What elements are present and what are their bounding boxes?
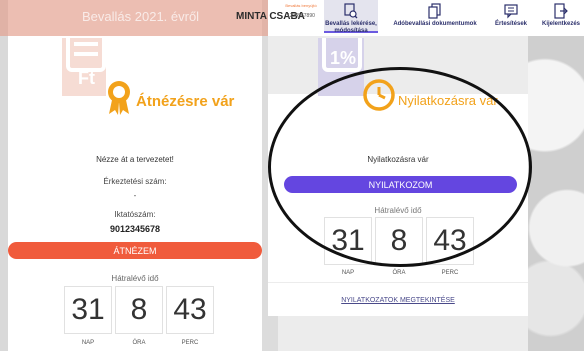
review-button[interactable]: ÁTNÉZEM bbox=[8, 242, 262, 259]
svg-text:1%: 1% bbox=[330, 48, 356, 68]
remaining-time-label: Hátralévő idő bbox=[111, 274, 159, 283]
view-declarations-link[interactable]: NYILATKOZATOK MEGTEKINTÉSE bbox=[268, 297, 528, 304]
logout-icon bbox=[554, 3, 568, 19]
timer-days-unit: NAP bbox=[341, 270, 355, 276]
review-instruction: Nézze át a tervezetet! bbox=[96, 155, 174, 164]
document-search-icon bbox=[344, 3, 358, 19]
nav-label: Értesítések bbox=[494, 21, 528, 27]
timer-hours: 8 bbox=[115, 286, 163, 334]
arrival-number-value: - bbox=[133, 191, 137, 200]
filing-number-label: Iktatószám: bbox=[114, 210, 156, 219]
timer-minutes-unit: PERC bbox=[441, 270, 459, 276]
nav-item-notifications[interactable]: Értesítések bbox=[492, 3, 530, 28]
nav-item-logout[interactable]: Kijelentkezés bbox=[538, 3, 584, 28]
award-badge-icon bbox=[108, 81, 130, 115]
return-card-review: Ft Átnézésre vár Nézze át a tervezetet! … bbox=[8, 36, 262, 351]
notification-icon bbox=[504, 4, 518, 19]
taxpayer-id-number: 1234567890 bbox=[287, 13, 315, 19]
taxpayer-id: Bevallás benyújtó 1234567890 bbox=[280, 3, 322, 19]
background-flower-image bbox=[528, 0, 584, 351]
background-strip-left bbox=[0, 0, 8, 351]
highlight-circle-annotation bbox=[268, 67, 532, 267]
nav-label-line2: módosítása bbox=[334, 28, 368, 34]
timer-days: 31 bbox=[64, 286, 112, 334]
page-title: Bevallás 2021. évről bbox=[82, 9, 200, 24]
svg-text:Ft: Ft bbox=[78, 68, 95, 88]
timer-days-unit: NAP bbox=[81, 340, 95, 346]
filing-number-value: 9012345678 bbox=[109, 224, 161, 234]
top-bar: Bevallás 2021. évről MINTA CSABA Bevallá… bbox=[0, 0, 584, 36]
timer-hours-unit: ÓRA bbox=[132, 340, 146, 346]
nav-label: Kijelentkezés bbox=[541, 21, 581, 27]
status-label: Átnézésre vár bbox=[136, 93, 235, 110]
timer-minutes: 43 bbox=[166, 286, 214, 334]
timer-minutes-unit: PERC bbox=[181, 340, 199, 346]
taxpayer-id-label: Bevallás benyújtó bbox=[285, 3, 317, 8]
nav-item-tax-documents[interactable]: Adóbevallási dokumentumok bbox=[384, 3, 486, 28]
timer-hours-unit: ÓRA bbox=[392, 270, 406, 276]
nav-label-line1: Bevallás lekérése, bbox=[325, 21, 377, 27]
nav-label: Adóbevallási dokumentumok bbox=[393, 21, 477, 27]
card-divider bbox=[268, 282, 528, 283]
arrival-number-label: Érkeztetési szám: bbox=[103, 177, 167, 186]
documents-icon bbox=[428, 3, 441, 19]
nav-item-return-retrieve[interactable]: Bevallás lekérése, módosítása bbox=[324, 0, 378, 34]
